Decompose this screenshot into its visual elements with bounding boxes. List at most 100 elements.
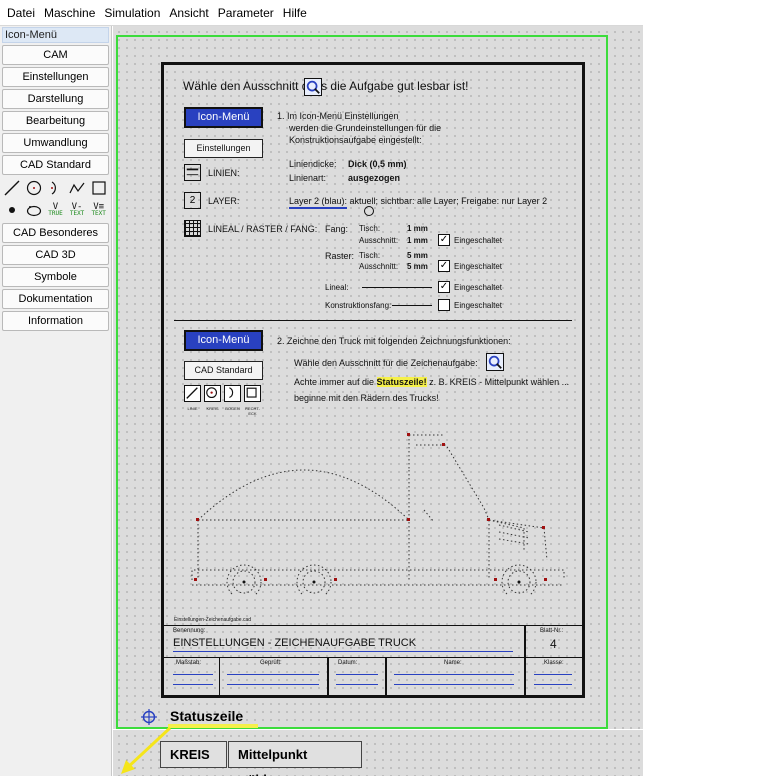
sidebar-btn-cam[interactable]: CAM — [2, 45, 109, 65]
truck-drawing — [191, 433, 565, 595]
point-tool-icon[interactable] — [3, 201, 22, 219]
text-tool-icon[interactable]: V- TEXT — [68, 201, 87, 219]
fang-tisch-value: 1 mm — [407, 224, 428, 233]
sidebar-btn-einstellungen[interactable]: Einstellungen — [2, 67, 109, 87]
instruction-text: Wähle den Ausschnitt dass die Aufgabe gu… — [183, 79, 469, 93]
bullet-2: Achte immer auf die Statuszeile! z. B. K… — [294, 377, 570, 387]
raster-ausschnitt-value: 5 mm — [407, 262, 428, 271]
konstruktionsfang-row-label: Konstruktionsfang: — [325, 301, 392, 310]
liniendicke-value: Dick (0,5 mm) — [348, 159, 407, 169]
sidebar-btn-umwandlung[interactable]: Umwandlung — [2, 133, 109, 153]
konstruktionsfang-line — [392, 305, 432, 306]
sidebar-btn-information[interactable]: Information — [2, 311, 109, 331]
tb-line-f — [336, 684, 378, 685]
icon-menu-sidebar: Icon-Menü CAM Einstellungen Darstellung … — [0, 26, 112, 776]
fang-label: Fang: — [325, 224, 349, 234]
zoom-window-icon — [304, 78, 322, 96]
layer-label: LAYER: — [208, 196, 240, 206]
sidebar-btn-darstellung[interactable]: Darstellung — [2, 89, 109, 109]
sidebar-btn-cad-standard[interactable]: CAD Standard — [2, 155, 109, 175]
menu-parameter[interactable]: Parameter — [215, 0, 280, 26]
menu-hilfe[interactable]: Hilfe — [280, 0, 313, 26]
circle-tool-icon[interactable] — [25, 179, 44, 197]
tb-line-b — [173, 684, 213, 685]
bullet-1: Wähle den Ausschnitt für die Zeichenaufg… — [294, 358, 478, 368]
polyline-tool-icon[interactable] — [68, 179, 87, 197]
cad-tool-row-2: V TRUE V- TEXT V≡ TEXT — [3, 201, 108, 219]
benennung-underline — [173, 651, 513, 652]
tb-line-g — [394, 674, 514, 675]
step2-text: 2. Zeichne den Truck mit folgenden Zeich… — [277, 336, 511, 346]
raster-tisch-label: Tisch: — [359, 251, 381, 260]
text-multiline-tool-icon[interactable]: V≡ TEXT — [89, 201, 108, 219]
menu-simulation[interactable]: Simulation — [101, 0, 166, 26]
lineal-row-label: Lineal: — [325, 283, 349, 292]
tb-col-2 — [327, 657, 329, 695]
drawing-canvas[interactable]: Wähle den Ausschnitt dass die Aufgabe gu… — [113, 26, 643, 776]
geprueft-label: Geprüft: — [260, 660, 282, 666]
tb-col-1 — [219, 657, 220, 695]
cad-standard-button-sample: CAD Standard — [184, 361, 263, 380]
menu-datei[interactable]: Datei — [4, 0, 41, 26]
fang-checkbox: ✓ — [438, 234, 450, 246]
linienart-value: ausgezogen — [348, 173, 401, 183]
lineal-line — [362, 287, 432, 288]
mini-rectangle-icon — [244, 385, 261, 402]
line-tool-icon[interactable] — [3, 179, 22, 197]
bullet-3: beginne mit den Rädern des Trucks! — [294, 393, 439, 403]
ellipse-tool-icon[interactable] — [25, 201, 44, 219]
klasse-label: Klasse: — [544, 660, 564, 666]
liniendicke-label: Liniendicke: — [289, 159, 337, 169]
einstellungen-button-sample: Einstellungen — [184, 139, 263, 158]
step1-line3: Konstruktionsaufgabe eingestellt: — [289, 135, 422, 145]
benennung-label: Benennung: — [173, 628, 206, 634]
name-label: Name: — [444, 660, 462, 666]
tb-col-3 — [385, 657, 387, 695]
tb-line-j — [534, 684, 572, 685]
menu-bar: Datei Maschine Simulation Ansicht Parame… — [0, 0, 643, 26]
fang-eingeschaltet: Eingeschaltet — [454, 236, 503, 245]
titleblock-top-line — [164, 625, 582, 626]
raster-eingeschaltet: Eingeschaltet — [454, 262, 503, 271]
blatt-label: Blatt-Nr.: — [540, 628, 564, 634]
text-true-tool-icon[interactable]: V TRUE — [46, 201, 65, 219]
raster-ausschnitt-label: Ausschnitt: — [359, 262, 399, 271]
fang-ausschnitt-value: 1 mm — [407, 236, 428, 245]
icon-menu-label-box: Icon-Menü — [184, 107, 263, 128]
konstruktionsfang-eingeschaltet: Eingeschaltet — [454, 301, 503, 310]
layer-underline — [289, 207, 347, 209]
drawing-sheet: Wähle den Ausschnitt dass die Aufgabe gu… — [161, 62, 585, 698]
mini-circle-icon — [204, 385, 221, 402]
sidebar-btn-symbole[interactable]: Symbole — [2, 267, 109, 287]
tb-line-e — [336, 674, 378, 675]
zoom-window-icon-2 — [486, 353, 504, 371]
grid-icon — [184, 220, 201, 237]
sidebar-btn-bearbeitung[interactable]: Bearbeitung — [2, 111, 109, 131]
icon-menu-label-box-2: Icon-Menü — [184, 330, 263, 351]
layer-number-box: 2 — [184, 192, 201, 209]
filename-label: Einstellungen-Zeichenaufgabe.cad — [174, 617, 251, 623]
cursor-crosshair-icon — [364, 206, 374, 216]
cad-tool-row-1 — [3, 179, 108, 197]
tb-col-4 — [524, 657, 526, 695]
benennung-value: EINSTELLUNGEN - ZEICHENAUFGABE TRUCK — [173, 637, 417, 649]
sidebar-btn-cad-3d[interactable]: CAD 3D — [2, 245, 109, 265]
sidebar-title: Icon-Menü — [2, 27, 109, 43]
konstruktionsfang-checkbox — [438, 299, 450, 311]
menu-ansicht[interactable]: Ansicht — [166, 0, 214, 26]
menu-maschine[interactable]: Maschine — [41, 0, 101, 26]
rectangle-tool-icon[interactable] — [89, 179, 108, 197]
status-mittelpunkt-field: Mittelpunkt wählen — [228, 741, 362, 776]
arc-tool-icon[interactable] — [46, 179, 65, 197]
massstab-label: Maßstab: — [176, 660, 202, 666]
fang-ausschnitt-label: Ausschnitt: — [359, 236, 399, 245]
mini-tool-icons — [184, 385, 261, 402]
raster-checkbox: ✓ — [438, 260, 450, 272]
sidebar-btn-dokumentation[interactable]: Dokumentation — [2, 289, 109, 309]
lineal-eingeschaltet: Eingeschaltet — [454, 283, 503, 292]
layer-value: Layer 2 (blau): aktuell; sichtbar: alle … — [289, 196, 548, 206]
tb-line-a — [173, 674, 213, 675]
sidebar-btn-cad-besonderes[interactable]: CAD Besonderes — [2, 223, 109, 243]
section-divider — [174, 320, 572, 321]
tb-line-d — [227, 684, 319, 685]
